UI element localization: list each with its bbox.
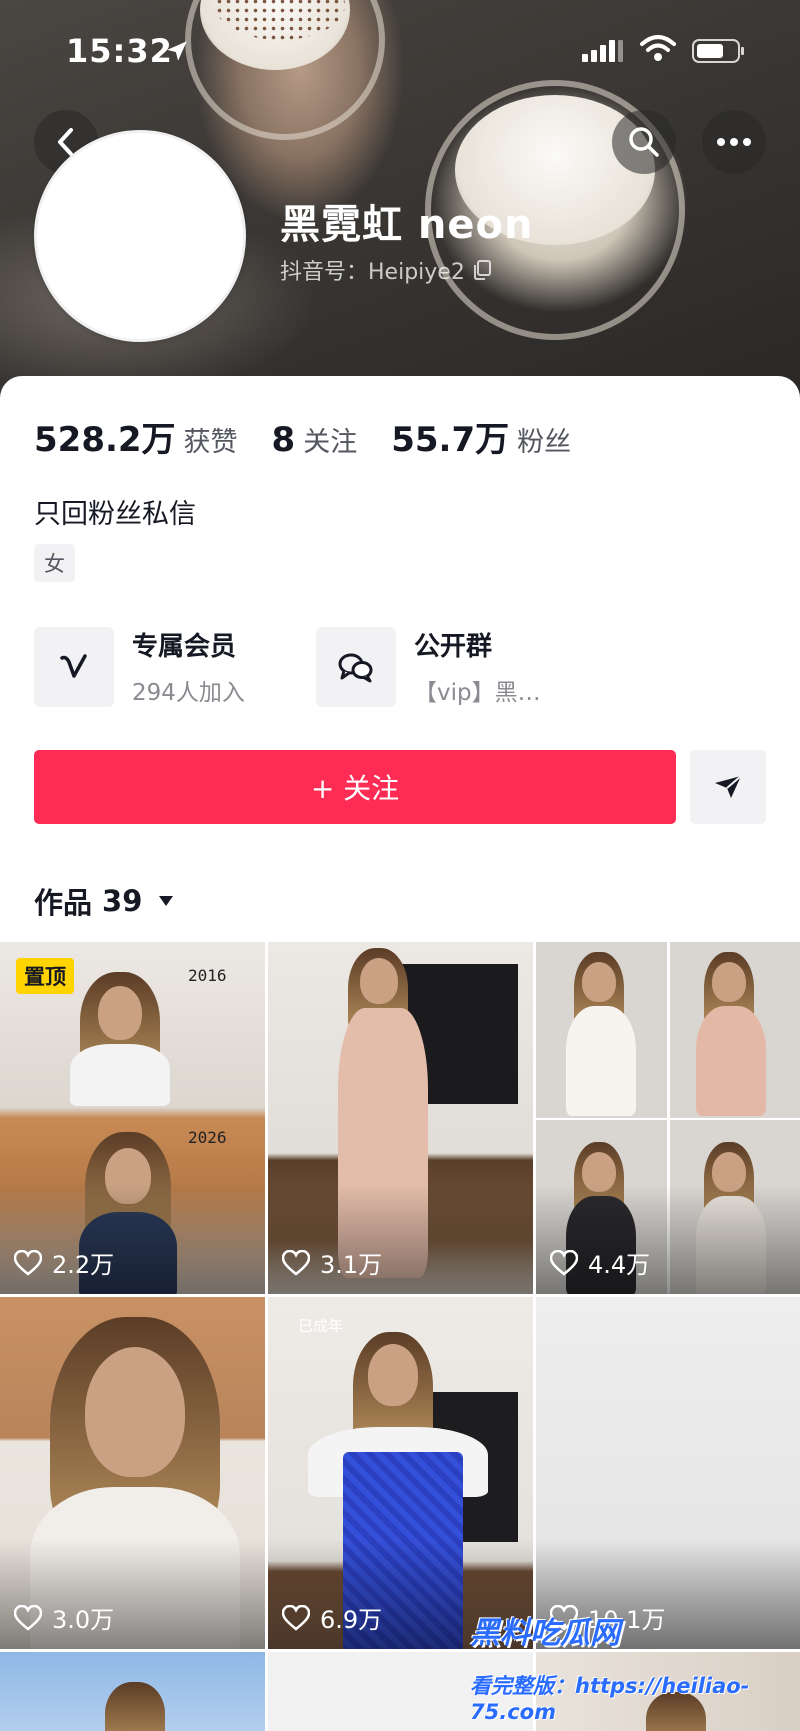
heart-icon — [282, 1604, 310, 1631]
heart-icon — [14, 1604, 42, 1631]
wifi-icon — [640, 35, 676, 61]
watermark-url: 看完整版：https://heiliao-75.com — [470, 1674, 750, 1724]
exclusive-member-entry[interactable]: 专属会员 294人加入 — [34, 626, 245, 707]
v-member-icon — [60, 653, 87, 678]
heart-icon — [550, 1249, 578, 1276]
video-likes: 4.4万 — [550, 1245, 650, 1280]
heart-icon — [282, 1249, 310, 1276]
video-tile[interactable]: 10.1万 — [536, 1297, 800, 1649]
profile-stats: 528.2万 获赞 8 关注 55.7万 粉丝 — [34, 412, 571, 461]
follow-button[interactable]: + 关注 — [34, 750, 676, 824]
video-likes: 6.9万 — [282, 1600, 382, 1635]
person-figure — [105, 1682, 165, 1731]
more-options-button[interactable] — [702, 110, 766, 174]
stat-value: 55.7万 — [391, 420, 510, 460]
stat-label: 关注 — [303, 427, 358, 458]
video-tile[interactable]: 3.0万 — [0, 1297, 265, 1649]
video-tile[interactable] — [0, 1652, 265, 1731]
video-tile[interactable]: 4.4万 — [536, 942, 800, 1294]
stat-label: 获赞 — [183, 427, 238, 458]
pinned-badge: 置顶 — [16, 958, 74, 994]
more-dots-icon — [717, 138, 751, 146]
gender-tag: 女 — [34, 544, 75, 582]
group-title: 公开群 — [414, 632, 493, 662]
likes-count: 4.4万 — [588, 1251, 651, 1279]
profile-nickname: 黑霓虹 neon — [280, 202, 534, 248]
likes-count: 2.2万 — [52, 1251, 115, 1279]
works-label: 作品 — [34, 886, 93, 920]
group-chat-icon — [338, 653, 373, 682]
member-subtitle: 294人加入 — [132, 680, 245, 706]
public-group-entry[interactable]: 公开群 【vip】黑… — [316, 626, 541, 707]
watermark-title: 黑料吃瓜网 — [470, 1616, 620, 1651]
heart-icon — [14, 1249, 42, 1276]
video-tile[interactable]: 2016 2026 置顶 2.2万 — [0, 942, 265, 1294]
status-time: 15:32 — [66, 32, 173, 70]
likes-count: 3.0万 — [52, 1606, 115, 1634]
member-title: 专属会员 — [132, 632, 237, 662]
stat-followers[interactable]: 55.7万 粉丝 — [391, 412, 571, 461]
overlay-text: 已成年 — [298, 1317, 344, 1335]
profile-bio: 只回粉丝私信 — [34, 499, 196, 530]
likes-count: 6.9万 — [320, 1606, 383, 1634]
location-arrow-icon — [167, 41, 187, 61]
year-label: 2026 — [188, 1128, 227, 1147]
douyin-id-row[interactable]: 抖音号：Heipiye2 — [280, 254, 491, 286]
paper-plane-icon — [715, 775, 742, 798]
status-bar: 15:32 — [0, 0, 800, 105]
video-tile[interactable]: 已成年 6.9万 — [268, 1297, 533, 1649]
douyin-id: 抖音号：Heipiye2 — [280, 260, 465, 285]
works-count: 39 — [102, 884, 143, 918]
likes-count: 3.1万 — [320, 1251, 383, 1279]
stat-value: 528.2万 — [34, 420, 176, 460]
stat-label: 粉丝 — [517, 427, 572, 458]
member-icon-box — [34, 626, 114, 707]
group-icon-box — [316, 626, 396, 707]
search-icon — [629, 127, 659, 157]
video-likes: 3.0万 — [14, 1600, 114, 1635]
avatar[interactable] — [34, 130, 246, 342]
caret-down-icon — [159, 896, 174, 906]
stat-likes[interactable]: 528.2万 获赞 — [34, 412, 238, 461]
group-subtitle: 【vip】黑… — [414, 680, 541, 706]
stat-value: 8 — [271, 420, 296, 460]
stat-following[interactable]: 8 关注 — [272, 420, 358, 460]
video-likes: 2.2万 — [14, 1245, 114, 1280]
video-tile[interactable]: 3.1万 — [268, 942, 533, 1294]
battery-icon — [692, 39, 744, 63]
cellular-signal-icon — [582, 40, 623, 62]
search-button[interactable] — [612, 110, 676, 174]
send-message-button[interactable] — [690, 750, 766, 824]
tab-works[interactable]: 作品 39 — [34, 880, 174, 922]
year-label: 2016 — [188, 966, 227, 985]
follow-label: + 关注 — [310, 772, 400, 805]
copy-icon[interactable] — [473, 260, 491, 280]
video-likes: 3.1万 — [282, 1245, 382, 1280]
